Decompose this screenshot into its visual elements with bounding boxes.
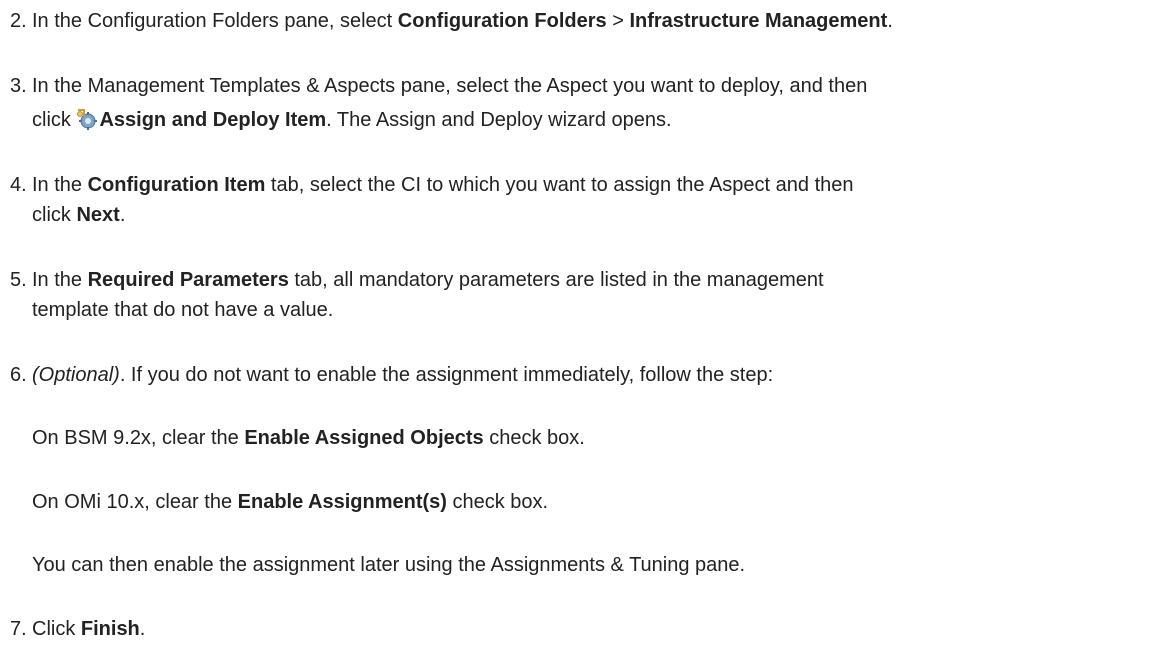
step-number: 6. — [10, 364, 27, 386]
required-parameters-tab-label: Required Parameters — [87, 269, 289, 291]
step-number: 3. — [10, 75, 27, 97]
step-5-line-2: template that do not have a value. — [32, 299, 334, 321]
optional-label: (Optional) — [32, 364, 120, 386]
enable-assignments-label: Enable Assignment(s) — [237, 491, 447, 513]
menu-path-configuration-folders: Configuration Folders — [397, 10, 607, 32]
configuration-item-tab-label: Configuration Item — [87, 174, 266, 196]
step-6-omi-note: On OMi 10.x, clear the Enable Assignment… — [32, 491, 549, 513]
step-3-line-1: In the Management Templates & Aspects pa… — [32, 75, 868, 97]
step-number: 5. — [10, 269, 27, 291]
step-number: 4. — [10, 174, 27, 196]
step-number: 7. — [10, 618, 27, 640]
step-3-line-2: click Assign and Deploy Item. The Assign… — [32, 108, 672, 131]
step-7-text: Click Finish. — [32, 618, 146, 640]
step-4-line-1: In the Configuration Item tab, select th… — [32, 174, 854, 196]
assign-deploy-icon — [76, 108, 98, 130]
step-5-line-1: In the Required Parameters tab, all mand… — [32, 269, 824, 291]
step-6-line-1: (Optional). If you do not want to enable… — [32, 364, 774, 386]
step-6-later-note: You can then enable the assignment later… — [32, 554, 746, 576]
enable-assigned-objects-label: Enable Assigned Objects — [244, 427, 484, 449]
menu-path-infrastructure-management: Infrastructure Management — [629, 10, 888, 32]
step-2-text: In the Configuration Folders pane, selec… — [32, 10, 893, 32]
step-6-bsm-note: On BSM 9.2x, clear the Enable Assigned O… — [32, 427, 585, 449]
next-label: Next — [76, 204, 120, 226]
step-4-line-2: click Next. — [32, 204, 126, 226]
finish-label: Finish — [80, 618, 140, 640]
step-number: 2. — [10, 10, 27, 32]
assign-deploy-item-label: Assign and Deploy Item — [99, 109, 327, 131]
